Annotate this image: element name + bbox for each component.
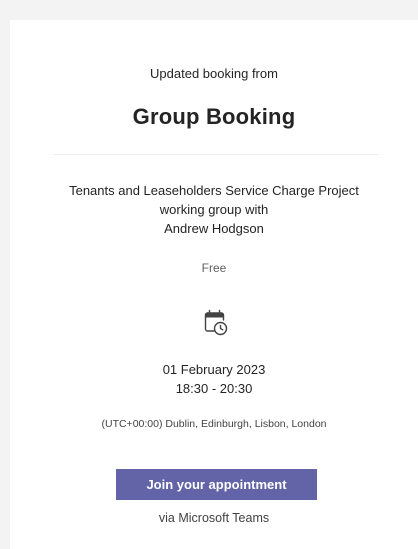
business-name: Group Booking: [132, 104, 296, 129]
appointment-date: 01 February 2023: [162, 362, 266, 377]
join-appointment-button[interactable]: Join your appointment: [116, 469, 317, 500]
service-line-2: working group with: [159, 202, 269, 217]
price: Free: [201, 261, 227, 275]
appointment-time: 18:30 - 20:30: [175, 381, 253, 396]
booking-intro: Updated booking from: [150, 66, 278, 81]
service-description: Tenants and Leaseholders Service Charge …: [10, 181, 418, 238]
divider: [53, 154, 379, 155]
service-line-3: Andrew Hodgson: [164, 221, 264, 236]
service-line-1: Tenants and Leaseholders Service Charge …: [69, 183, 359, 198]
timezone: (UTC+00:00) Dublin, Edinburgh, Lisbon, L…: [101, 418, 327, 430]
appointment-date-time: 01 February 2023 18:30 - 20:30: [10, 360, 418, 398]
booking-card: Updated booking from Group Booking Tenan…: [10, 20, 418, 549]
calendar-clock-icon: [200, 307, 230, 337]
via-teams-note: via Microsoft Teams: [158, 511, 270, 525]
